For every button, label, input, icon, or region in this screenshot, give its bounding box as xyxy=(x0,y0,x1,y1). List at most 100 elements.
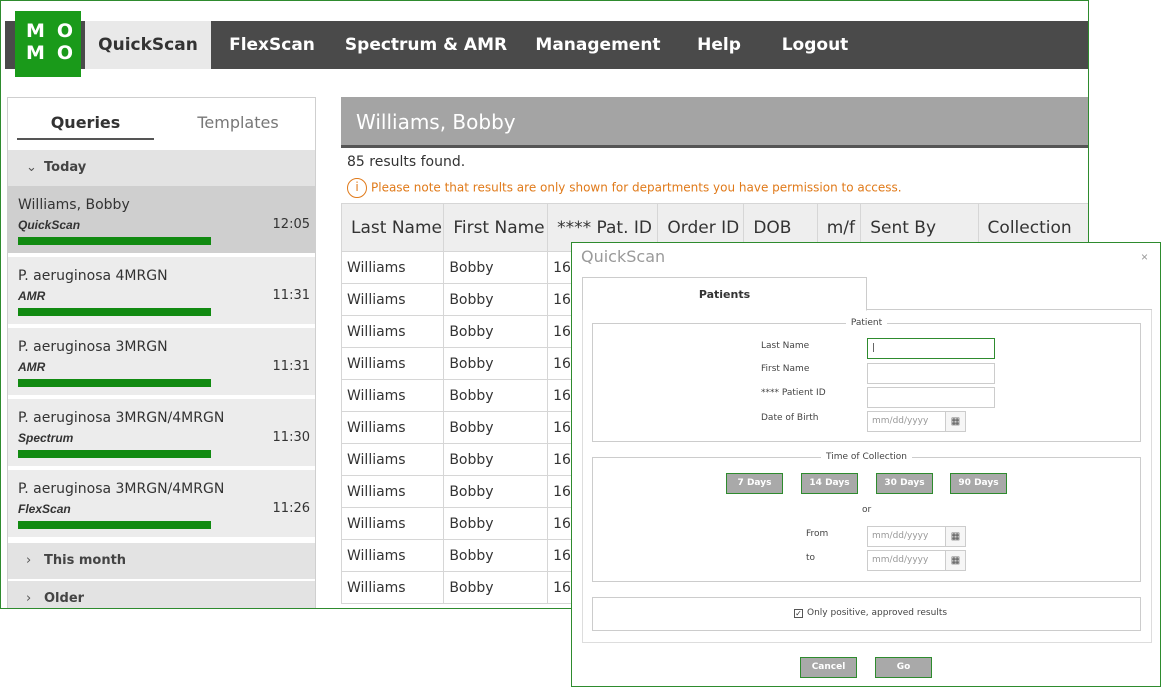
positive-results-label: Only positive, approved results xyxy=(807,608,948,618)
query-item[interactable]: Williams, Bobby QuickScan 12:05 xyxy=(8,186,315,255)
last-name-field[interactable]: | xyxy=(867,338,995,359)
query-time: 12:05 xyxy=(272,217,310,232)
query-item[interactable]: P. aeruginosa 3MRGN/4MRGN FlexScan 11:26 xyxy=(8,470,315,539)
30-days-button[interactable]: 30 Days xyxy=(876,473,933,494)
quickscan-dialog: QuickScan × Patients Patient Last Name |… xyxy=(571,242,1161,687)
or-label: or xyxy=(862,505,872,515)
dialog-title: QuickScan xyxy=(581,247,666,266)
last-name-label: Last Name xyxy=(761,341,810,351)
group-today[interactable]: ⌄ Today xyxy=(8,150,315,186)
query-type: AMR xyxy=(18,289,46,303)
query-time: 11:30 xyxy=(272,430,310,445)
results-count: 85 results found. xyxy=(347,154,466,170)
chevron-down-icon: ⌄ xyxy=(26,160,37,175)
group-older[interactable]: › Older xyxy=(8,581,315,608)
close-icon[interactable]: × xyxy=(1141,250,1148,264)
first-name-field[interactable] xyxy=(867,363,995,384)
90-days-button[interactable]: 90 Days xyxy=(950,473,1007,494)
dialog-tabbar: Patients xyxy=(582,277,1152,311)
table-cell: Bobby xyxy=(443,507,549,540)
positive-results-checkbox[interactable]: ✓ xyxy=(794,609,803,618)
permission-notice-text: Please note that results are only shown … xyxy=(371,180,902,195)
query-progress-bar xyxy=(18,308,211,316)
table-cell: Bobby xyxy=(443,443,549,476)
table-cell: Williams xyxy=(340,539,445,572)
tab-patients[interactable]: Patients xyxy=(582,277,867,311)
nav-help[interactable]: Help xyxy=(689,21,749,69)
table-cell: Bobby xyxy=(443,283,549,316)
dob-field[interactable]: mm/dd/yyyy xyxy=(867,411,946,432)
query-progress-fill xyxy=(18,450,211,458)
time-of-collection-legend: Time of Collection xyxy=(826,452,907,462)
query-progress-fill xyxy=(18,521,211,529)
nav-flexscan[interactable]: FlexScan xyxy=(219,21,325,69)
calendar-icon[interactable]: ▦ xyxy=(946,411,966,432)
table-cell: Bobby xyxy=(443,571,549,604)
query-type: Spectrum xyxy=(18,431,74,445)
first-name-label: First Name xyxy=(761,364,810,374)
nav-spectrum-amr[interactable]: Spectrum & AMR xyxy=(341,21,511,69)
query-item[interactable]: P. aeruginosa 4MRGN AMR 11:31 xyxy=(8,257,315,326)
query-time: 11:31 xyxy=(272,359,310,374)
cancel-button[interactable]: Cancel xyxy=(800,657,857,678)
from-label: From xyxy=(806,529,829,539)
patient-id-field[interactable] xyxy=(867,387,995,408)
query-item[interactable]: P. aeruginosa 3MRGN AMR 11:31 xyxy=(8,328,315,397)
table-cell: Williams xyxy=(340,315,445,348)
group-this-month[interactable]: › This month xyxy=(8,543,315,579)
dob-label: Date of Birth xyxy=(761,413,819,423)
table-cell: Bobby xyxy=(443,411,549,444)
table-cell: Bobby xyxy=(443,475,549,508)
group-this-month-label: This month xyxy=(44,553,127,568)
7-days-button[interactable]: 7 Days xyxy=(726,473,783,494)
from-date-field[interactable]: mm/dd/yyyy xyxy=(867,526,946,547)
nav-logout[interactable]: Logout xyxy=(771,21,859,69)
table-cell: Williams xyxy=(340,411,445,444)
table-cell: Williams xyxy=(340,443,445,476)
go-button[interactable]: Go xyxy=(875,657,932,678)
query-name: Williams, Bobby xyxy=(18,197,130,213)
queries-sidebar: Queries Templates ⌄ Today Williams, Bobby… xyxy=(7,97,316,608)
table-cell: Bobby xyxy=(443,539,549,572)
table-cell: Bobby xyxy=(443,315,549,348)
to-label: to xyxy=(806,553,816,563)
query-type: QuickScan xyxy=(18,218,81,232)
calendar-icon[interactable]: ▦ xyxy=(946,526,966,547)
to-date-field[interactable]: mm/dd/yyyy xyxy=(867,550,946,571)
table-cell: Williams xyxy=(340,507,445,540)
table-cell: Williams xyxy=(340,251,445,284)
table-cell: Williams xyxy=(340,347,445,380)
permission-notice: i Please note that results are only shown… xyxy=(347,178,902,198)
patient-id-label: **** Patient ID xyxy=(761,388,826,398)
query-progress-fill xyxy=(18,308,211,316)
calendar-icon[interactable]: ▦ xyxy=(946,550,966,571)
tab-templates[interactable]: Templates xyxy=(168,106,308,140)
table-cell: Williams xyxy=(340,283,445,316)
14-days-button[interactable]: 14 Days xyxy=(801,473,858,494)
table-cell: Williams xyxy=(340,571,445,604)
table-cell: Bobby xyxy=(443,347,549,380)
table-cell: Bobby xyxy=(443,251,549,284)
chevron-right-icon: › xyxy=(26,591,32,606)
query-type: AMR xyxy=(18,360,46,374)
group-today-label: Today xyxy=(44,160,87,175)
chevron-right-icon: › xyxy=(26,553,32,568)
query-item[interactable]: P. aeruginosa 3MRGN/4MRGN Spectrum 11:30 xyxy=(8,399,315,468)
query-progress-fill xyxy=(18,379,211,387)
group-older-label: Older xyxy=(44,591,85,606)
query-time: 11:31 xyxy=(272,288,310,303)
momo-logo[interactable]: MO MO xyxy=(15,11,81,77)
column-header[interactable]: Last Name xyxy=(340,203,445,252)
column-header[interactable]: First Name xyxy=(443,203,549,252)
query-progress-bar xyxy=(18,237,211,245)
query-progress-fill xyxy=(18,237,211,245)
logo-line-2: MO xyxy=(26,42,86,64)
query-progress-bar xyxy=(18,379,211,387)
nav-management[interactable]: Management xyxy=(529,21,667,69)
query-type: FlexScan xyxy=(18,502,71,516)
tab-queries[interactable]: Queries xyxy=(17,106,154,140)
results-title: Williams, Bobby xyxy=(341,97,1088,148)
nav-quickscan[interactable]: QuickScan xyxy=(85,21,211,69)
query-name: P. aeruginosa 4MRGN xyxy=(18,268,168,284)
query-progress-bar xyxy=(18,521,211,529)
